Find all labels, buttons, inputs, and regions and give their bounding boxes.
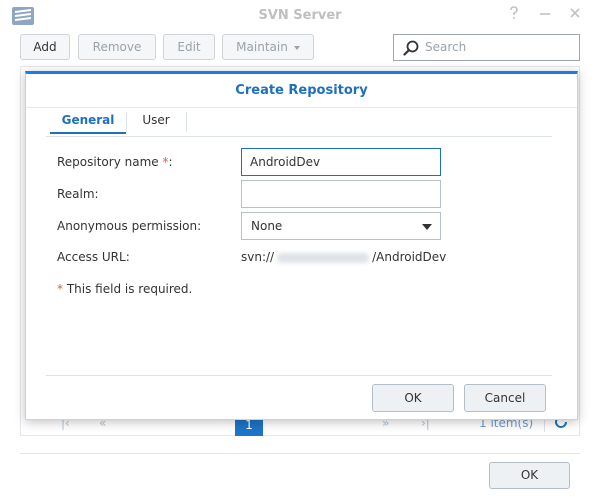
search-placeholder: Search — [425, 40, 467, 54]
tab-general[interactable]: General — [50, 107, 126, 134]
footer-divider — [20, 453, 580, 454]
minimize-icon[interactable] — [537, 6, 553, 24]
anonymous-permission-value: None — [251, 219, 283, 233]
add-button[interactable]: Add — [20, 34, 70, 60]
search-input[interactable]: Search — [393, 34, 580, 61]
close-icon[interactable] — [567, 6, 583, 24]
realm-input[interactable] — [241, 180, 441, 208]
remove-button[interactable]: Remove — [78, 34, 156, 60]
dropdown-arrow-icon — [422, 224, 432, 230]
dialog-cancel-button[interactable]: Cancel — [464, 384, 546, 412]
required-asterisk: * — [57, 282, 63, 296]
dialog-ok-button[interactable]: OK — [372, 384, 454, 412]
redacted-host — [277, 252, 370, 263]
create-repository-dialog: Create Repository General User Repositor… — [25, 71, 578, 420]
search-icon — [403, 40, 419, 56]
maintain-label: Maintain — [236, 40, 288, 54]
anonymous-permission-select[interactable]: None — [241, 212, 441, 240]
tab-user[interactable]: User — [126, 107, 186, 134]
toolbar: Add Remove Edit Maintain Search — [0, 34, 600, 62]
access-url-value: svn:///AndroidDev — [241, 250, 447, 264]
window-titlebar: SVN Server — [0, 0, 600, 32]
chevron-down-icon — [293, 45, 300, 50]
required-field-note: * This field is required. — [57, 282, 193, 296]
anonymous-permission-label: Anonymous permission: — [57, 219, 202, 233]
edit-button[interactable]: Edit — [163, 34, 215, 60]
dialog-footer-divider — [46, 375, 552, 376]
dialog-title: Create Repository — [235, 83, 368, 98]
maintain-button[interactable]: Maintain — [222, 34, 314, 60]
main-ok-button[interactable]: OK — [489, 462, 570, 489]
repository-name-label: Repository name *: — [57, 155, 173, 169]
repository-name-input[interactable] — [241, 148, 441, 176]
realm-label: Realm: — [57, 187, 99, 201]
tab-divider — [186, 112, 187, 132]
tabs-divider — [46, 136, 552, 137]
access-url-label: Access URL: — [57, 250, 130, 264]
help-icon[interactable] — [506, 6, 522, 24]
